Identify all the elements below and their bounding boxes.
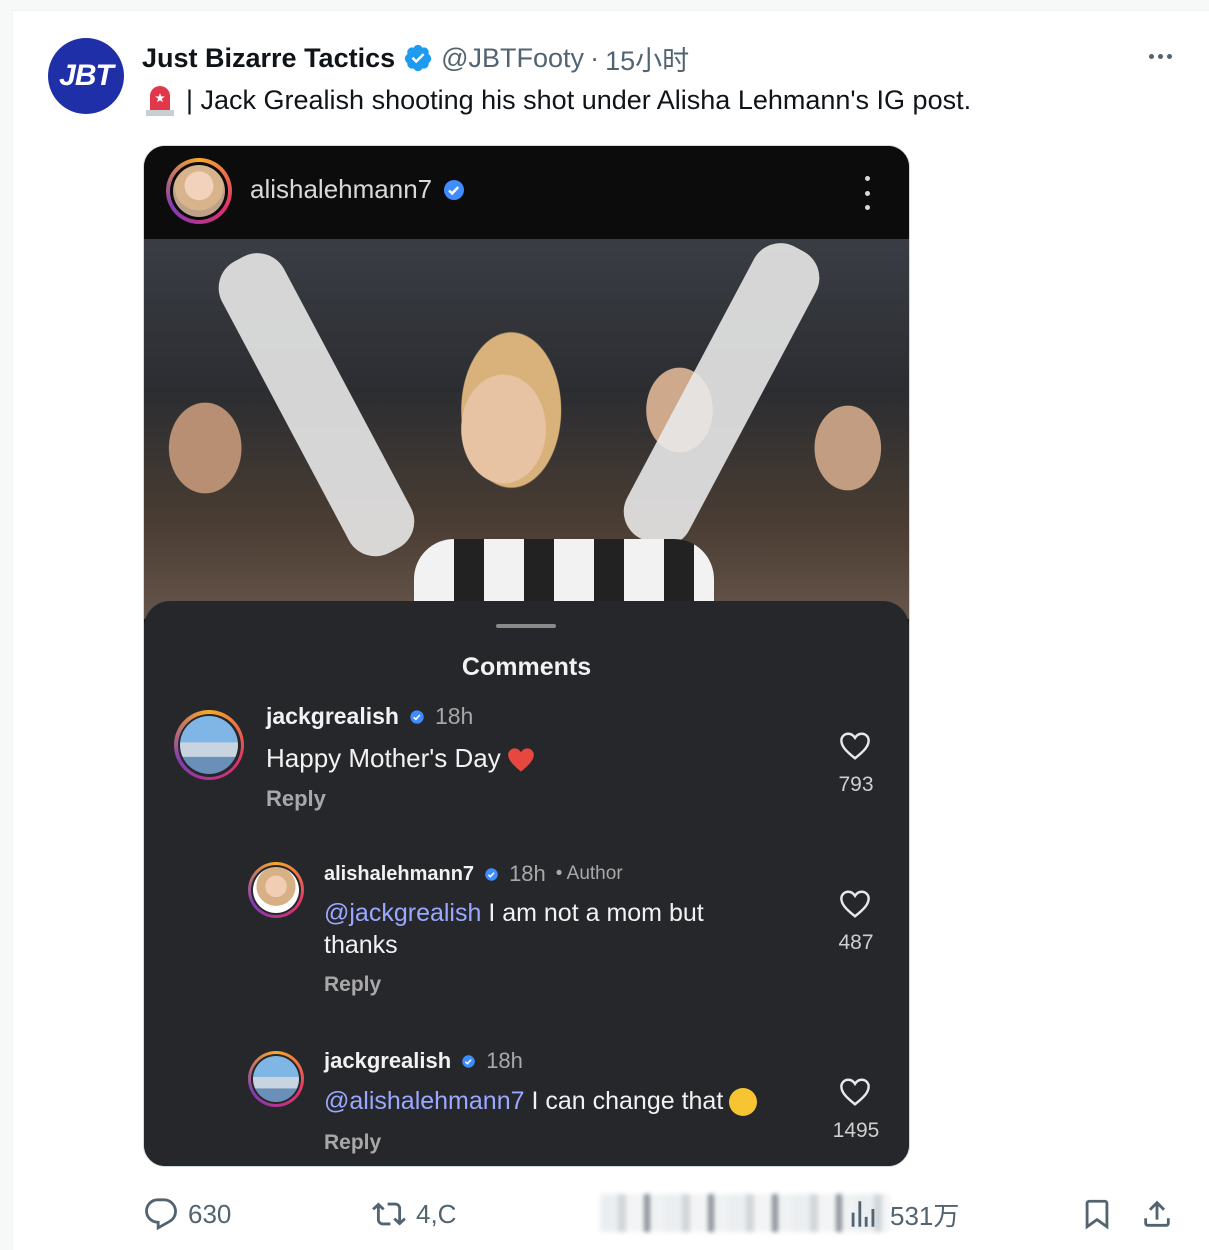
red-heart-icon <box>507 748 534 772</box>
tweet-header: Just Bizarre Tactics @JBTFooty · 15小时 <box>142 38 689 78</box>
ig-verified-icon <box>444 179 465 200</box>
ig-photo <box>144 232 909 629</box>
reply-link: Reply <box>266 786 326 811</box>
reply-link: Reply <box>324 973 382 996</box>
mention-link: @jackgrealish <box>324 899 482 927</box>
views-count: 531万 <box>890 1200 960 1231</box>
like-heart-icon <box>840 890 870 918</box>
ig-avatar <box>166 158 232 224</box>
comment-avatar <box>248 1051 304 1107</box>
like-count: 1495 <box>832 1119 880 1142</box>
tweet-action-bar: 630 4,C 531万 <box>140 1190 1190 1240</box>
siren-icon <box>146 86 174 116</box>
views-button[interactable]: 531万 <box>846 1190 959 1238</box>
more-options-button[interactable] <box>1140 40 1180 72</box>
views-icon <box>851 1201 875 1227</box>
bookmark-button[interactable] <box>1080 1190 1114 1238</box>
like-heart-icon <box>840 1078 870 1106</box>
retweet-icon <box>372 1202 406 1226</box>
retweet-button[interactable]: 4,C <box>372 1190 456 1238</box>
comment-text: Happy Mother's Day <box>266 743 535 774</box>
like-count: 487 <box>838 931 874 954</box>
ig-comments-sheet: Comments jackgrealish 18h Happy Mother's… <box>144 601 909 1166</box>
tweet-text: | Jack Grealish shooting his shot under … <box>142 80 971 120</box>
verified-badge-icon <box>404 44 432 72</box>
display-name[interactable]: Just Bizarre Tactics <box>142 43 395 74</box>
reply-link: Reply <box>324 1131 382 1154</box>
like-count: 793 <box>838 773 874 796</box>
ig-more-vertical-icon <box>860 176 874 210</box>
mention-link: @alishalehmann7 <box>324 1087 525 1115</box>
comment-username: jackgrealish 18h <box>266 703 474 729</box>
ig-username: alishalehmann7 <box>250 174 466 205</box>
winking-face-icon <box>729 1088 758 1117</box>
separator-dot: · <box>590 42 600 73</box>
tweet-media-image[interactable]: alishalehmann7 Comments jackgrealish 18h… <box>143 145 910 1167</box>
reply-icon <box>145 1198 177 1231</box>
reply-count: 630 <box>188 1198 232 1229</box>
avatar-logo-text: JBT <box>59 59 114 92</box>
ig-verified-icon <box>485 867 498 881</box>
share-button[interactable] <box>1140 1190 1174 1238</box>
author-tag: • Author <box>555 863 623 884</box>
reply-button[interactable]: 630 <box>144 1190 231 1238</box>
sheet-drag-handle <box>496 624 556 628</box>
comments-title: Comments <box>461 653 592 681</box>
tweet-body: | Jack Grealish shooting his shot under … <box>186 84 972 115</box>
comment-username: jackgrealish 18h <box>324 1048 523 1073</box>
profile-avatar[interactable]: JBT <box>48 38 124 114</box>
tweet-timestamp[interactable]: 15小时 <box>605 39 689 78</box>
retweet-count: 4,C <box>416 1198 457 1229</box>
ig-post-header: alishalehmann7 <box>144 146 909 239</box>
comment-avatar <box>248 862 304 918</box>
comment-text: @jackgrealish I am not a mom but <box>324 899 704 927</box>
more-horizontal-icon <box>1148 53 1154 59</box>
ig-verified-icon <box>410 709 424 724</box>
comment-text-line2: thanks <box>324 931 398 959</box>
comment-username: alishalehmann7 18h • Author <box>324 861 623 886</box>
user-handle[interactable]: @JBTFooty <box>441 43 584 74</box>
like-heart-icon <box>840 732 870 760</box>
comment-avatar <box>174 710 244 780</box>
bookmark-icon <box>1085 1199 1109 1230</box>
share-icon <box>1144 1200 1170 1227</box>
comment-text: @alishalehmann7 I can change that <box>324 1087 758 1117</box>
ig-verified-icon <box>462 1054 475 1068</box>
